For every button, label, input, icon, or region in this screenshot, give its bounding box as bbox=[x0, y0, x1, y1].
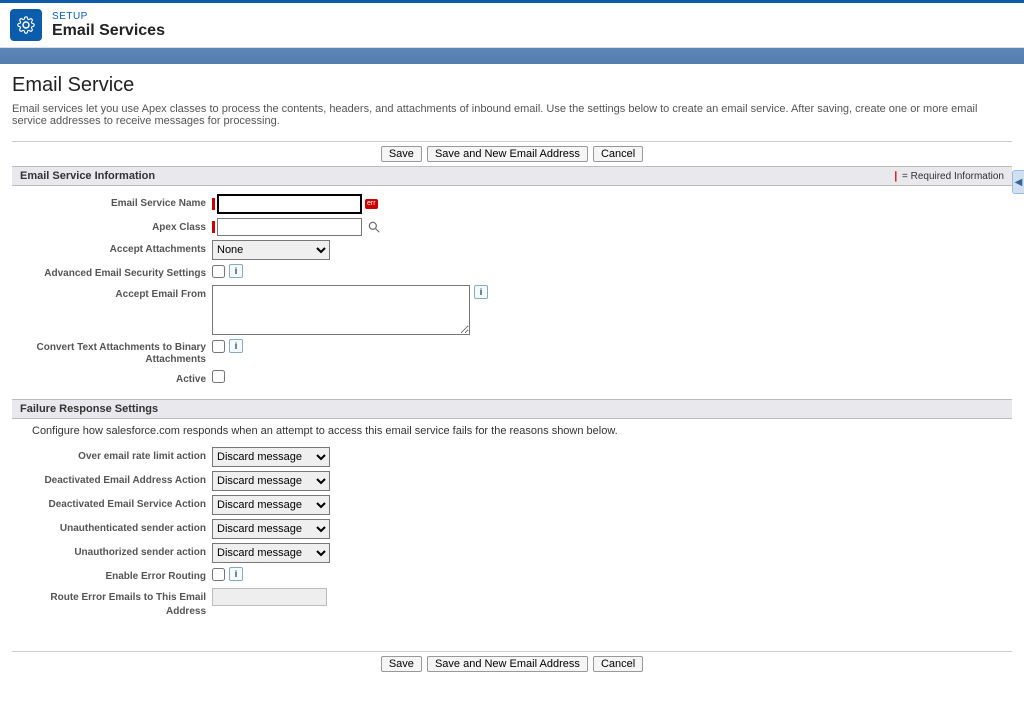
top-button-row: Save Save and New Email Address Cancel bbox=[12, 141, 1012, 166]
page-title: Email Service bbox=[12, 74, 1012, 97]
section-email-service-info: Email Service Information ❘= Required In… bbox=[12, 166, 1012, 186]
accept-attachments-select[interactable]: None bbox=[212, 240, 330, 260]
save-and-new-button[interactable]: Save and New Email Address bbox=[427, 656, 588, 672]
error-badge: err bbox=[365, 199, 378, 209]
setup-label: SETUP bbox=[52, 11, 165, 22]
save-button[interactable]: Save bbox=[381, 656, 422, 672]
label-unauthorized-sender: Unauthorized sender action bbox=[12, 543, 212, 560]
label-apex-class: Apex Class bbox=[12, 218, 212, 235]
section-title: Email Service Information bbox=[20, 170, 155, 182]
save-button[interactable]: Save bbox=[381, 146, 422, 162]
label-deactivated-svc: Deactivated Email Service Action bbox=[12, 495, 212, 512]
label-deactivated-addr: Deactivated Email Address Action bbox=[12, 471, 212, 488]
label-over-rate: Over email rate limit action bbox=[12, 447, 212, 464]
info-icon[interactable]: i bbox=[474, 285, 488, 299]
info-icon[interactable]: i bbox=[229, 264, 243, 278]
convert-text-checkbox[interactable] bbox=[212, 340, 225, 353]
info-icon[interactable]: i bbox=[229, 339, 243, 353]
label-accept-email-from: Accept Email From bbox=[12, 285, 212, 302]
deactivated-svc-select[interactable]: Discard message bbox=[212, 495, 330, 515]
gear-icon bbox=[10, 9, 42, 41]
over-rate-select[interactable]: Discard message bbox=[212, 447, 330, 467]
unauthorized-sender-select[interactable]: Discard message bbox=[212, 543, 330, 563]
label-route-error-emails: Route Error Emails to This Email Address bbox=[12, 588, 212, 619]
decorative-strip bbox=[0, 48, 1024, 64]
section-failure-response: Failure Response Settings bbox=[12, 399, 1012, 419]
required-mark bbox=[212, 198, 215, 210]
side-expand-tab[interactable]: ◀ bbox=[1012, 170, 1024, 194]
email-service-name-input[interactable] bbox=[217, 194, 362, 214]
accept-email-from-textarea[interactable] bbox=[212, 285, 470, 335]
required-mark bbox=[212, 221, 215, 233]
label-advanced-security: Advanced Email Security Settings bbox=[12, 264, 212, 281]
header-title: Email Services bbox=[52, 22, 165, 40]
required-legend: ❘= Required Information bbox=[892, 171, 1004, 182]
info-icon[interactable]: i bbox=[229, 567, 243, 581]
bottom-button-row: Save Save and New Email Address Cancel bbox=[12, 651, 1012, 676]
apex-class-input[interactable] bbox=[217, 218, 362, 236]
route-error-emails-input bbox=[212, 588, 327, 606]
page-description: Email services let you use Apex classes … bbox=[12, 103, 1012, 127]
active-checkbox[interactable] bbox=[212, 370, 225, 383]
label-enable-error-routing: Enable Error Routing bbox=[12, 567, 212, 584]
enable-error-routing-checkbox[interactable] bbox=[212, 568, 225, 581]
label-convert-text: Convert Text Attachments to Binary Attac… bbox=[12, 339, 212, 366]
unauth-sender-select[interactable]: Discard message bbox=[212, 519, 330, 539]
label-unauth-sender: Unauthenticated sender action bbox=[12, 519, 212, 536]
cancel-button[interactable]: Cancel bbox=[593, 146, 643, 162]
label-email-service-name: Email Service Name bbox=[12, 194, 212, 211]
advanced-security-checkbox[interactable] bbox=[212, 265, 225, 278]
section-title: Failure Response Settings bbox=[20, 403, 158, 415]
save-and-new-button[interactable]: Save and New Email Address bbox=[427, 146, 588, 162]
cancel-button[interactable]: Cancel bbox=[593, 656, 643, 672]
app-header: SETUP Email Services bbox=[0, 0, 1024, 48]
failure-section-desc: Configure how salesforce.com responds wh… bbox=[12, 419, 1012, 439]
label-accept-attachments: Accept Attachments bbox=[12, 240, 212, 257]
deactivated-addr-select[interactable]: Discard message bbox=[212, 471, 330, 491]
label-active: Active bbox=[12, 370, 212, 387]
lookup-icon[interactable] bbox=[366, 219, 382, 235]
